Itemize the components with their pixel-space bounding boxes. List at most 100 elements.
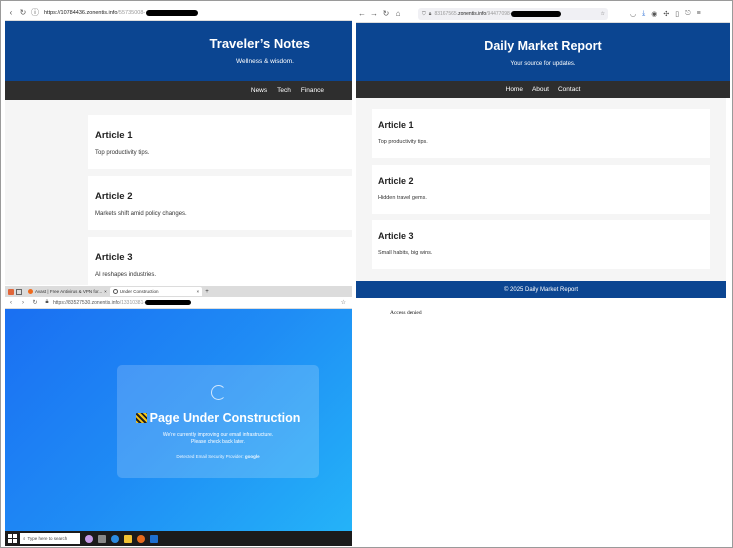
forward-icon[interactable]: → bbox=[368, 9, 380, 18]
right-browser: ← → ↻ ⌂ ⛉ 🔒︎ 83167565. zonentis.info/9447… bbox=[356, 5, 730, 545]
globe-favicon-icon bbox=[112, 289, 118, 294]
address-bar: ← → ↻ ⌂ ⛉ 🔒︎ 83167565. zonentis.info/9447… bbox=[356, 5, 730, 23]
article-title: Article 1 bbox=[95, 130, 133, 141]
site-footer: © 2025 Daily Market Report bbox=[356, 281, 726, 298]
url-field[interactable]: https://10784436.zonentis.info/55735008- bbox=[44, 10, 145, 16]
outlook-icon[interactable] bbox=[150, 534, 158, 543]
home-icon[interactable]: ⌂ bbox=[392, 9, 404, 18]
file-explorer-icon[interactable] bbox=[124, 534, 132, 543]
close-icon[interactable]: × bbox=[104, 289, 107, 294]
account-icon[interactable]: ◉ bbox=[651, 10, 657, 18]
app-icon bbox=[8, 288, 14, 295]
back-icon[interactable]: ‹ bbox=[5, 8, 17, 17]
screenshot-frame: ‹ ↻ ⓘ https://10784436.zonentis.info/557… bbox=[0, 0, 733, 548]
extensions-icon[interactable]: ✣ bbox=[663, 10, 669, 18]
site-title: Daily Market Report bbox=[484, 39, 602, 53]
message-line: We're currently improving our email infr… bbox=[162, 432, 274, 438]
taskbar-search-text: Type here to search bbox=[27, 536, 68, 541]
article-card: Article 1 Top productivity tips. bbox=[372, 109, 710, 158]
url-field[interactable]: https://83527530.zonentis.info/13310381- bbox=[53, 300, 145, 306]
article-text: Top productivity tips. bbox=[95, 150, 150, 156]
nav-link-tech[interactable]: Tech bbox=[277, 87, 291, 94]
construction-card: Page Under Construction We're currently … bbox=[117, 365, 319, 478]
tab-under-construction[interactable]: Under Construction × bbox=[109, 287, 203, 296]
article-card: Article 1 Top productivity tips. bbox=[88, 115, 352, 169]
left-top-browser: ‹ ↻ ⓘ https://10784436.zonentis.info/557… bbox=[5, 5, 352, 285]
article-text: Small habits, big wins. bbox=[378, 250, 433, 256]
url-domain: https://10784436.zonentis.info bbox=[44, 9, 118, 16]
site-tagline: Your source for updates. bbox=[510, 61, 576, 67]
construction-heading: Page Under Construction bbox=[117, 411, 319, 425]
construction-page: Page Under Construction We're currently … bbox=[5, 309, 352, 531]
reload-icon[interactable]: ↻ bbox=[380, 9, 392, 18]
url-field[interactable]: ⛉ 🔒︎ 83167565. zonentis.info/94477098- ☆ bbox=[418, 7, 608, 20]
article-text: Hidden travel gems. bbox=[378, 195, 427, 201]
windows-taskbar: ⌕ Type here to search bbox=[5, 531, 352, 546]
site-title: Traveler’s Notes bbox=[209, 36, 310, 51]
construction-icon bbox=[135, 413, 147, 423]
tab-avast[interactable]: Avast | Free Antivirus & VPN for... × bbox=[25, 287, 110, 296]
share-icon[interactable]: ⎋ bbox=[685, 10, 691, 18]
url-path: /55735008- bbox=[117, 9, 146, 16]
forward-icon[interactable]: › bbox=[17, 300, 29, 306]
provider-label: Detected Email Security Provider: bbox=[176, 454, 244, 459]
article-title: Article 3 bbox=[95, 252, 133, 263]
menu-icon[interactable]: ≡ bbox=[697, 10, 701, 18]
tab-overview-icon[interactable] bbox=[16, 288, 22, 295]
info-icon[interactable]: ⓘ bbox=[29, 7, 41, 18]
firefox-icon[interactable] bbox=[137, 534, 145, 543]
site-nav: News Tech Finance bbox=[5, 81, 352, 100]
nav-link-about[interactable]: About bbox=[532, 86, 549, 93]
site-header: Traveler’s Notes Wellness & wisdom. bbox=[5, 21, 352, 81]
article-text: Markets shift amid policy changes. bbox=[95, 211, 187, 217]
nav-link-home[interactable]: Home bbox=[506, 86, 523, 93]
download-icon[interactable]: ⤓ bbox=[642, 10, 645, 18]
star-icon[interactable]: ☆ bbox=[341, 299, 346, 306]
reload-icon[interactable]: ↻ bbox=[29, 299, 41, 306]
shield-icon: ⛉ bbox=[422, 10, 426, 17]
article-text: Top productivity tips. bbox=[378, 139, 428, 145]
left-bottom-browser: Avast | Free Antivirus & VPN for... × Un… bbox=[5, 286, 352, 546]
redaction-mark bbox=[145, 300, 192, 305]
tab-strip: Avast | Free Antivirus & VPN for... × Un… bbox=[5, 286, 352, 297]
redaction-mark bbox=[146, 9, 199, 16]
url-domain: zonentis.info bbox=[458, 10, 487, 17]
article-list: Article 1 Top productivity tips. Article… bbox=[356, 98, 726, 283]
nav-link-contact[interactable]: Contact bbox=[558, 86, 580, 93]
site-nav: Home About Contact bbox=[356, 81, 730, 98]
url-path: /94477098- bbox=[486, 10, 512, 17]
back-icon[interactable]: ← bbox=[356, 9, 368, 18]
site-header: Daily Market Report Your source for upda… bbox=[356, 23, 730, 81]
windows-start-icon[interactable] bbox=[8, 534, 17, 543]
redaction-mark bbox=[511, 10, 562, 17]
url-path: /13310381- bbox=[119, 299, 146, 306]
article-title: Article 3 bbox=[378, 231, 414, 241]
article-card: Article 2 Hidden travel gems. bbox=[372, 165, 710, 214]
reload-icon[interactable]: ↻ bbox=[17, 8, 29, 17]
access-denied-text: Access denied bbox=[390, 310, 422, 316]
nav-link-finance[interactable]: Finance bbox=[301, 87, 324, 94]
address-bar: ‹ › ↻ 🔒︎ https://83527530.zonentis.info/… bbox=[5, 297, 352, 309]
edge-icon[interactable] bbox=[111, 534, 119, 543]
sidebar-icon[interactable]: ▯ bbox=[675, 10, 679, 18]
tab-label: Under Construction bbox=[119, 289, 159, 294]
close-icon[interactable]: × bbox=[197, 289, 200, 294]
back-icon[interactable]: ‹ bbox=[5, 300, 17, 306]
nav-link-news[interactable]: News bbox=[251, 87, 267, 94]
taskbar-search[interactable]: ⌕ Type here to search bbox=[20, 533, 80, 544]
spinner-icon bbox=[210, 385, 226, 400]
article-text: AI reshapes industries. bbox=[95, 272, 157, 278]
article-card: Article 2 Markets shift amid policy chan… bbox=[88, 176, 352, 230]
task-view-icon[interactable] bbox=[98, 534, 106, 543]
pocket-icon[interactable]: ◡ bbox=[630, 10, 636, 18]
message-line: Please check back later. bbox=[191, 439, 245, 445]
tab-label: Avast | Free Antivirus & VPN for... bbox=[35, 289, 103, 294]
star-icon[interactable]: ☆ bbox=[601, 11, 605, 17]
heading-text: Page Under Construction bbox=[149, 411, 301, 425]
url-prefix: 83167565. bbox=[434, 10, 459, 17]
url-domain: https://83527530.zonentis.info bbox=[53, 299, 120, 306]
provider-line: Detected Email Security Provider: google bbox=[117, 454, 319, 459]
widget-icon[interactable] bbox=[85, 534, 93, 543]
new-tab-icon[interactable]: + bbox=[205, 289, 209, 295]
provider-value: google bbox=[244, 454, 260, 459]
